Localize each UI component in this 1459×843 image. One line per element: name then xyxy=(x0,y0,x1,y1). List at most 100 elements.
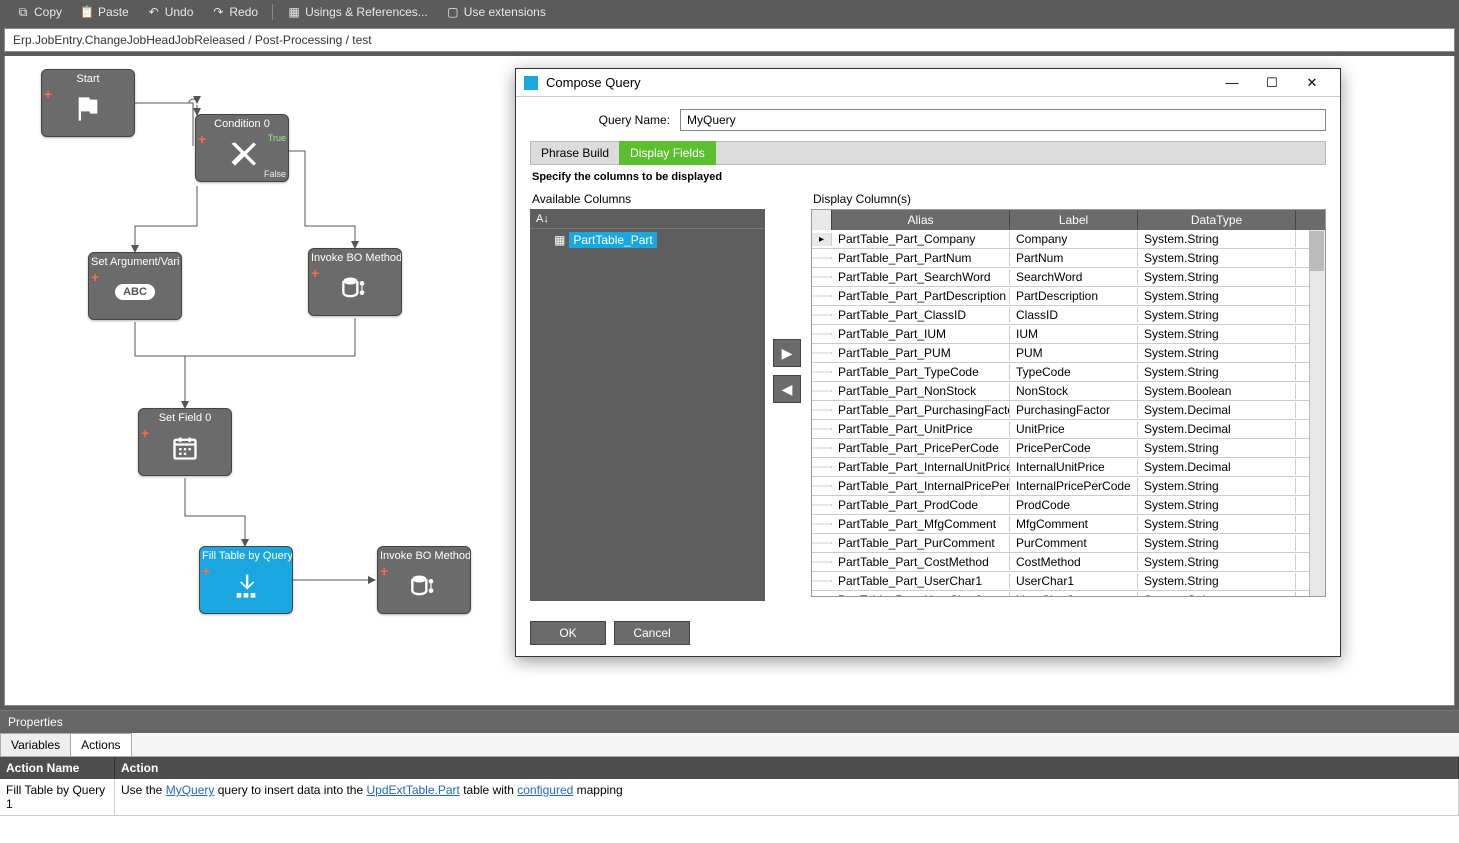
table-row[interactable]: PartTable_Part_ClassIDClassIDSystem.Stri… xyxy=(812,306,1325,325)
table-row[interactable]: PartTable_Part_CostMethodCostMethodSyste… xyxy=(812,553,1325,572)
move-left-button[interactable]: ◀ xyxy=(773,375,801,403)
row-indicator xyxy=(812,428,832,430)
table-row[interactable]: PartTable_Part_SearchWordSearchWordSyste… xyxy=(812,268,1325,287)
cell-type: System.String xyxy=(1138,478,1296,494)
table-row[interactable]: PartTable_Part_InternalPricePerCInternal… xyxy=(812,477,1325,496)
row-indicator xyxy=(812,542,832,544)
database-method-icon xyxy=(309,267,401,309)
properties-panel: Properties Variables Actions Action Name… xyxy=(0,710,1459,843)
ok-button[interactable]: OK xyxy=(530,621,606,645)
cell-label: UserChar2 xyxy=(1010,592,1138,596)
redo-icon: ↷ xyxy=(211,5,225,19)
condition-true-label: True xyxy=(268,133,286,143)
table-row[interactable]: PartTable_Part_UserChar1UserChar1System.… xyxy=(812,572,1325,591)
table-row[interactable]: PartTable_Part_UnitPriceUnitPriceSystem.… xyxy=(812,420,1325,439)
link-updexttable[interactable]: UpdExtTable.Part xyxy=(366,783,459,797)
tab-variables[interactable]: Variables xyxy=(0,733,71,756)
undo-button[interactable]: ↶ Undo xyxy=(139,3,202,21)
node-start[interactable]: Start + xyxy=(41,69,135,137)
cell-alias: PartTable_Part_ClassID xyxy=(832,307,1010,323)
add-icon: + xyxy=(141,425,149,441)
table-row[interactable]: PartTable_Part_ProdCodeProdCodeSystem.St… xyxy=(812,496,1325,515)
copy-button[interactable]: ⧉ Copy xyxy=(8,3,70,21)
undo-label: Undo xyxy=(165,5,194,19)
cell-alias: PartTable_Part_PurComment xyxy=(832,535,1010,551)
row-indicator xyxy=(812,485,832,487)
node-invoke2-title: Invoke BO Method xyxy=(378,547,470,565)
node-fill-table[interactable]: Fill Table by Query + xyxy=(199,546,293,614)
tab-actions[interactable]: Actions xyxy=(70,733,131,756)
node-set-argument[interactable]: Set Argument/Vari + ABC xyxy=(88,252,182,320)
table-row[interactable]: PartTable_Part_PurCommentPurCommentSyste… xyxy=(812,534,1325,553)
cell-alias: PartTable_Part_PartDescription xyxy=(832,288,1010,304)
table-row[interactable]: PartTable_Part_PartDescriptionPartDescri… xyxy=(812,287,1325,306)
node-invoke-bo-2[interactable]: Invoke BO Method + xyxy=(377,546,471,614)
table-row[interactable]: PartTable_Part_PurchasingFactorPurchasin… xyxy=(812,401,1325,420)
table-row[interactable]: PartTable_Part_PricePerCodePricePerCodeS… xyxy=(812,439,1325,458)
grid-scrollbar[interactable] xyxy=(1309,230,1325,596)
dialog-titlebar[interactable]: Compose Query — ☐ ✕ xyxy=(516,69,1340,97)
link-configured[interactable]: configured xyxy=(517,783,573,797)
table-row[interactable]: PartTable_Part_IUMIUMSystem.String xyxy=(812,325,1325,344)
node-condition[interactable]: Condition 0 + True False xyxy=(195,114,289,182)
redo-button[interactable]: ↷ Redo xyxy=(203,3,266,21)
cell-type: System.String xyxy=(1138,535,1296,551)
col-action-name: Action Name xyxy=(0,757,115,779)
node-invoke-bo-1[interactable]: Invoke BO Method + xyxy=(308,248,402,316)
top-toolbar: ⧉ Copy 📋 Paste ↶ Undo ↷ Redo ▦ Usings & … xyxy=(0,0,1459,24)
table-row[interactable]: PartTable_Part_MfgCommentMfgCommentSyste… xyxy=(812,515,1325,534)
table-row[interactable]: PartTable_Part_PartNumPartNumSystem.Stri… xyxy=(812,249,1325,268)
usings-button[interactable]: ▦ Usings & References... xyxy=(279,3,436,21)
link-myquery[interactable]: MyQuery xyxy=(166,783,215,797)
grid-header-label[interactable]: Label xyxy=(1010,210,1138,230)
query-name-input[interactable] xyxy=(680,109,1326,131)
cell-label: PurchasingFactor xyxy=(1010,402,1138,418)
cell-label: Company xyxy=(1010,231,1138,247)
move-right-button[interactable]: ▶ xyxy=(773,339,801,367)
action-desc-cell: Use the MyQuery query to insert data int… xyxy=(115,779,1459,815)
cell-type: System.Decimal xyxy=(1138,459,1296,475)
table-row[interactable]: PartTable_Part_PUMPUMSystem.String xyxy=(812,344,1325,363)
extensions-button[interactable]: ▢ Use extensions xyxy=(438,3,554,21)
cell-type: System.String xyxy=(1138,288,1296,304)
add-icon: + xyxy=(380,563,388,579)
available-columns-tree[interactable]: A↓ ▦ PartTable_Part xyxy=(530,209,765,601)
copy-icon: ⧉ xyxy=(16,5,30,19)
tab-display-fields[interactable]: Display Fields xyxy=(619,141,716,165)
add-icon: + xyxy=(91,269,99,285)
row-indicator xyxy=(812,333,832,335)
node-set-field[interactable]: Set Field 0 + xyxy=(138,408,232,476)
cell-alias: PartTable_Part_UnitPrice xyxy=(832,421,1010,437)
maximize-button[interactable]: ☐ xyxy=(1252,69,1292,97)
cell-alias: PartTable_Part_TypeCode xyxy=(832,364,1010,380)
row-indicator xyxy=(812,466,832,468)
tree-item-parttable[interactable]: ▦ PartTable_Part xyxy=(530,229,765,251)
cell-label: TypeCode xyxy=(1010,364,1138,380)
cell-alias: PartTable_Part_UserChar1 xyxy=(832,573,1010,589)
cell-label: PartDescription xyxy=(1010,288,1138,304)
action-row[interactable]: Fill Table by Query 1 Use the MyQuery qu… xyxy=(0,779,1459,816)
table-row[interactable]: PartTable_Part_NonStockNonStockSystem.Bo… xyxy=(812,382,1325,401)
table-row[interactable]: PartTable_Part_UserChar2UserChar2System.… xyxy=(812,591,1325,596)
row-indicator xyxy=(812,295,832,297)
grid-header-alias[interactable]: Alias xyxy=(832,210,1010,230)
row-indicator: ▸ xyxy=(812,233,832,246)
paste-button[interactable]: 📋 Paste xyxy=(72,3,137,21)
row-indicator xyxy=(812,390,832,392)
extensions-label: Use extensions xyxy=(464,5,546,19)
minimize-button[interactable]: — xyxy=(1212,69,1252,97)
sort-icon[interactable]: A↓ xyxy=(536,213,549,225)
actions-grid: Action Name Action Fill Table by Query 1… xyxy=(0,757,1459,816)
cell-label: ClassID xyxy=(1010,307,1138,323)
grid-header-datatype[interactable]: DataType xyxy=(1138,210,1296,230)
tab-phrase-build[interactable]: Phrase Build xyxy=(531,142,620,164)
extensions-icon: ▢ xyxy=(446,5,460,19)
cell-type: System.String xyxy=(1138,516,1296,532)
compose-query-dialog: Compose Query — ☐ ✕ Query Name: Phrase B… xyxy=(515,68,1341,657)
cancel-button[interactable]: Cancel xyxy=(614,621,690,645)
cell-type: System.String xyxy=(1138,554,1296,570)
close-button[interactable]: ✕ xyxy=(1292,69,1332,97)
table-row[interactable]: PartTable_Part_InternalUnitPriceInternal… xyxy=(812,458,1325,477)
table-row[interactable]: ▸PartTable_Part_CompanyCompanySystem.Str… xyxy=(812,230,1325,249)
table-row[interactable]: PartTable_Part_TypeCodeTypeCodeSystem.St… xyxy=(812,363,1325,382)
